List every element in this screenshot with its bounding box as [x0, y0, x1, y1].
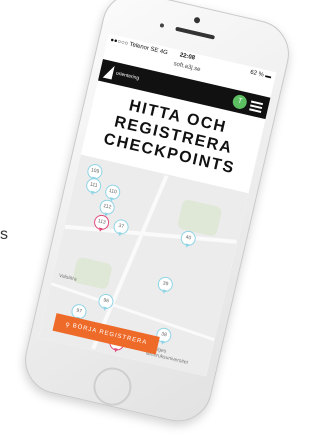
avatar[interactable]: T: [231, 93, 249, 111]
logo-text[interactable]: orientering: [115, 70, 139, 81]
carrier-text: ●●○○○ Telenor SE 4G: [109, 37, 169, 57]
battery-indicator: 62 % ▬: [249, 69, 272, 81]
sensor-icon: [159, 23, 165, 28]
home-button[interactable]: [89, 363, 136, 410]
checkpoint-marker[interactable]: 39: [156, 275, 175, 294]
phone-screen: ●●○○○ Telenor SE 4G 22:08 soft.a3j.se 62…: [38, 33, 277, 377]
battery-text: 62 %: [249, 69, 265, 79]
checkpoint-marker[interactable]: 110: [103, 183, 122, 202]
phone-frame: ●●○○○ Telenor SE 4G 22:08 soft.a3j.se 62…: [18, 0, 296, 429]
stage: s ●●○○○ Telenor SE 4G 22:08 soft.a3j.se …: [0, 0, 296, 445]
map-park: [71, 256, 113, 290]
checkpoint-marker[interactable]: 111: [84, 176, 103, 195]
speaker-grille: [175, 26, 216, 40]
checkpoint-marker[interactable]: 112: [98, 198, 117, 217]
hamburger-menu-icon[interactable]: [249, 99, 264, 113]
clock-text: 22:08: [179, 52, 196, 62]
front-camera-icon: [193, 16, 201, 24]
url-text[interactable]: soft.a3j.se: [173, 61, 201, 73]
side-text: s: [0, 226, 8, 243]
location-pin-icon: ⚲: [64, 321, 72, 330]
logo-icon[interactable]: [102, 63, 115, 80]
